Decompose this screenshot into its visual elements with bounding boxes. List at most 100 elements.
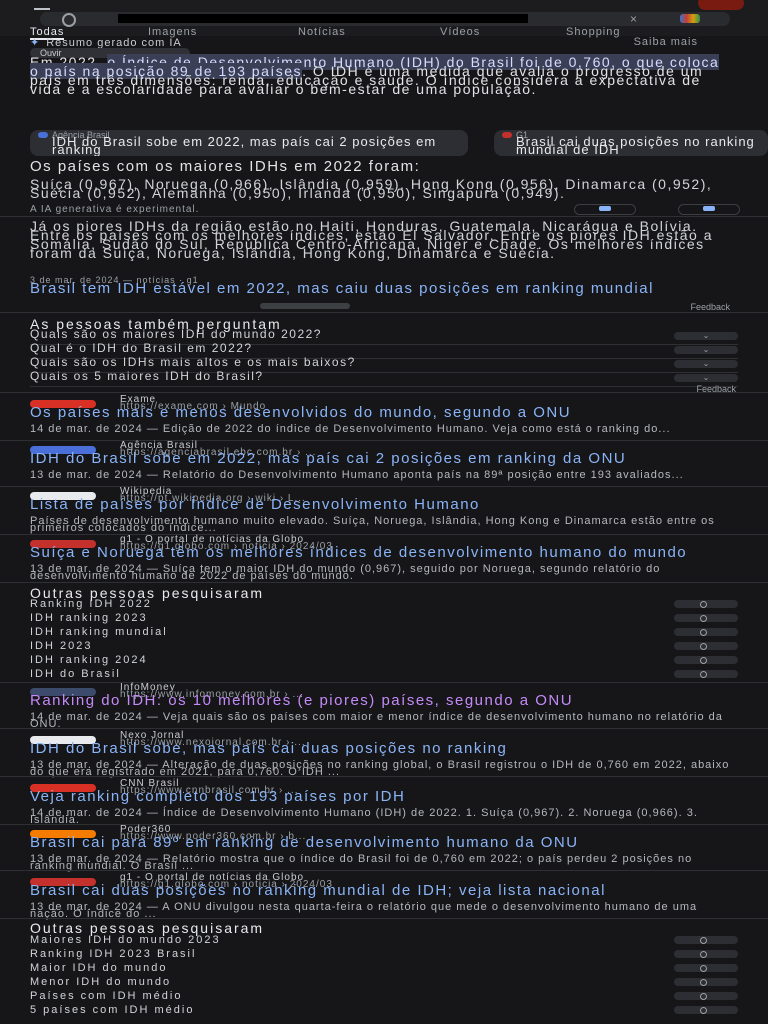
source-title: Brasil cai duas posições no ranking mund…: [516, 134, 755, 156]
menu-icon[interactable]: [34, 2, 50, 10]
chevron-down-icon[interactable]: ⌄: [674, 346, 738, 354]
result-description: 14 de mar. de 2024 — Veja quais são os p…: [30, 711, 723, 730]
lens-icon[interactable]: [680, 14, 700, 23]
related-search-text: IDH ranking mundial: [30, 626, 168, 638]
divider: [0, 824, 768, 825]
source-title: IDH do Brasil sobe em 2022, mas país cai…: [52, 134, 437, 156]
result-title[interactable]: IDH do Brasil sobe, mas país cai duas po…: [30, 741, 738, 756]
search-icon[interactable]: [674, 992, 738, 1000]
source-favicon-icon: [502, 132, 512, 138]
result-title[interactable]: Brasil cai duas posições no ranking mund…: [30, 883, 738, 898]
avatar[interactable]: [698, 0, 744, 10]
chevron-down-icon[interactable]: ⌄: [674, 374, 738, 382]
divider: [0, 918, 768, 919]
related-search-text: IDH 2023: [30, 640, 93, 652]
result-description: 14 de mar. de 2024 — Índice de Desenvolv…: [30, 807, 698, 826]
related-search-item[interactable]: IDH ranking mundial: [30, 626, 738, 640]
thumbs-down-button[interactable]: [678, 204, 740, 215]
related-search-item[interactable]: Países com IDH médio: [30, 990, 738, 1004]
related-search-text: Países com IDH médio: [30, 990, 183, 1002]
search-icon[interactable]: [674, 670, 738, 678]
paa-question-text: Quais os 5 maiores IDH do Brasil?: [30, 369, 264, 383]
ai-list: Suíça (0,967), Noruega (0,966), Islândia…: [30, 176, 713, 201]
related-search-text: IDH ranking 2023: [30, 612, 148, 624]
result-description: 13 de mar. de 2024 — A ONU divulgou nest…: [30, 901, 698, 920]
thumbs-up-button[interactable]: [574, 204, 636, 215]
related-search-text: Menor IDH do mundo: [30, 976, 172, 988]
result-title[interactable]: Os países mais e menos desenvolvidos do …: [30, 405, 738, 420]
divider: [0, 312, 768, 313]
search-icon[interactable]: [674, 614, 738, 622]
search-icon[interactable]: [674, 628, 738, 636]
thumbs-down-icon: [703, 206, 715, 211]
divider: [0, 486, 768, 487]
search-icon[interactable]: [674, 978, 738, 986]
result-title[interactable]: Lista de países por Índice de Desenvolvi…: [30, 497, 738, 512]
ai-subheading: Os países com os maiores IDHs em 2022 fo…: [30, 158, 421, 175]
source-card[interactable]: Agência Brasil IDH do Brasil sobe em 202…: [30, 130, 468, 156]
tab-videos[interactable]: Vídeos: [440, 26, 480, 38]
related-search-item[interactable]: Ranking IDH 2022: [30, 598, 738, 612]
search-icon[interactable]: [674, 1006, 738, 1014]
close-icon[interactable]: ×: [630, 12, 637, 26]
divider: [0, 440, 768, 441]
result-description: Países de desenvolvimento humano muito e…: [30, 515, 715, 534]
result-description: 13 de mar. de 2024 — Suíça tem o maior I…: [30, 563, 661, 582]
related-search-text: IDH ranking 2024: [30, 654, 148, 666]
related-search-text: Ranking IDH 2023 Brasil: [30, 948, 197, 960]
related-search-item[interactable]: 5 países com IDH médio: [30, 1004, 738, 1018]
paa-question-text: Quais são os IDHs mais altos e os mais b…: [30, 355, 356, 369]
search-icon[interactable]: [674, 936, 738, 944]
divider: [0, 582, 768, 583]
related-search-item[interactable]: Ranking IDH 2023 Brasil: [30, 948, 738, 962]
paa-question-text: Qual é o IDH do Brasil em 2022?: [30, 341, 253, 355]
result-title[interactable]: Brasil cai para 89º em ranking de desenv…: [30, 835, 738, 850]
result-title[interactable]: Suíça e Noruega têm os melhores índices …: [30, 545, 738, 560]
divider: [0, 216, 768, 217]
related-search-item[interactable]: Maior IDH do mundo: [30, 962, 738, 976]
tab-noticias[interactable]: Notícias: [298, 26, 346, 38]
about-snippet-button[interactable]: [260, 303, 350, 309]
result-title[interactable]: Ranking do IDH: os 10 melhores (e piores…: [30, 693, 738, 708]
search-icon[interactable]: [674, 964, 738, 972]
chevron-down-icon[interactable]: ⌄: [674, 360, 738, 368]
related-search-item[interactable]: IDH ranking 2023: [30, 612, 738, 626]
result-title[interactable]: Veja ranking completo dos 193 países por…: [30, 789, 738, 804]
result-title[interactable]: IDH do Brasil sobe em 2022, mas país cai…: [30, 451, 738, 466]
source-favicon-icon: [38, 132, 48, 138]
related-search-text: 5 países com IDH médio: [30, 1004, 195, 1016]
tab-shopping[interactable]: Shopping: [566, 26, 621, 38]
divider: [0, 534, 768, 535]
source-card[interactable]: G1 Brasil cai duas posições no ranking m…: [494, 130, 768, 156]
related-search-item[interactable]: Menor IDH do mundo: [30, 976, 738, 990]
divider: [0, 682, 768, 683]
search-icon[interactable]: [674, 600, 738, 608]
paa-question[interactable]: Quais os 5 maiores IDH do Brasil? ⌄: [30, 369, 738, 387]
chevron-down-icon[interactable]: ⌄: [674, 332, 738, 340]
related-search-item[interactable]: IDH do Brasil: [30, 668, 738, 682]
snippet-link[interactable]: Brasil tem IDH estável em 2022, mas caiu…: [30, 281, 730, 296]
search-bar[interactable]: ×: [40, 12, 730, 27]
top-bar: × Todas Imagens Notícias Vídeos Shopping: [0, 0, 768, 40]
related-search-text: IDH do Brasil: [30, 668, 121, 680]
search-icon[interactable]: [674, 656, 738, 664]
result-description: 13 de mar. de 2024 — Relatório mostra qu…: [30, 853, 693, 872]
divider: [0, 776, 768, 777]
related-search-text: Ranking IDH 2022: [30, 598, 152, 610]
related-search-item[interactable]: IDH 2023: [30, 640, 738, 654]
related-search-text: Maior IDH do mundo: [30, 962, 168, 974]
related-search-text: Maiores IDH do mundo 2023: [30, 934, 221, 946]
divider: [0, 392, 768, 393]
paa-question-text: Quais são os maiores IDH do mundo 2022?: [30, 327, 322, 341]
featured-snippet-text: Já os piores IDHs da região estão no Hai…: [30, 218, 713, 261]
result-description: 13 de mar. de 2024 — Alteração de duas p…: [30, 759, 730, 778]
related-search-item[interactable]: IDH ranking 2024: [30, 654, 738, 668]
search-icon[interactable]: [674, 642, 738, 650]
search-icon[interactable]: [62, 13, 76, 27]
divider: [0, 728, 768, 729]
feedback-link[interactable]: Feedback: [690, 302, 730, 312]
related-search-item[interactable]: Maiores IDH do mundo 2023: [30, 934, 738, 948]
search-icon[interactable]: [674, 950, 738, 958]
search-input[interactable]: [118, 14, 528, 23]
learn-more-link[interactable]: Saiba mais: [634, 36, 698, 48]
